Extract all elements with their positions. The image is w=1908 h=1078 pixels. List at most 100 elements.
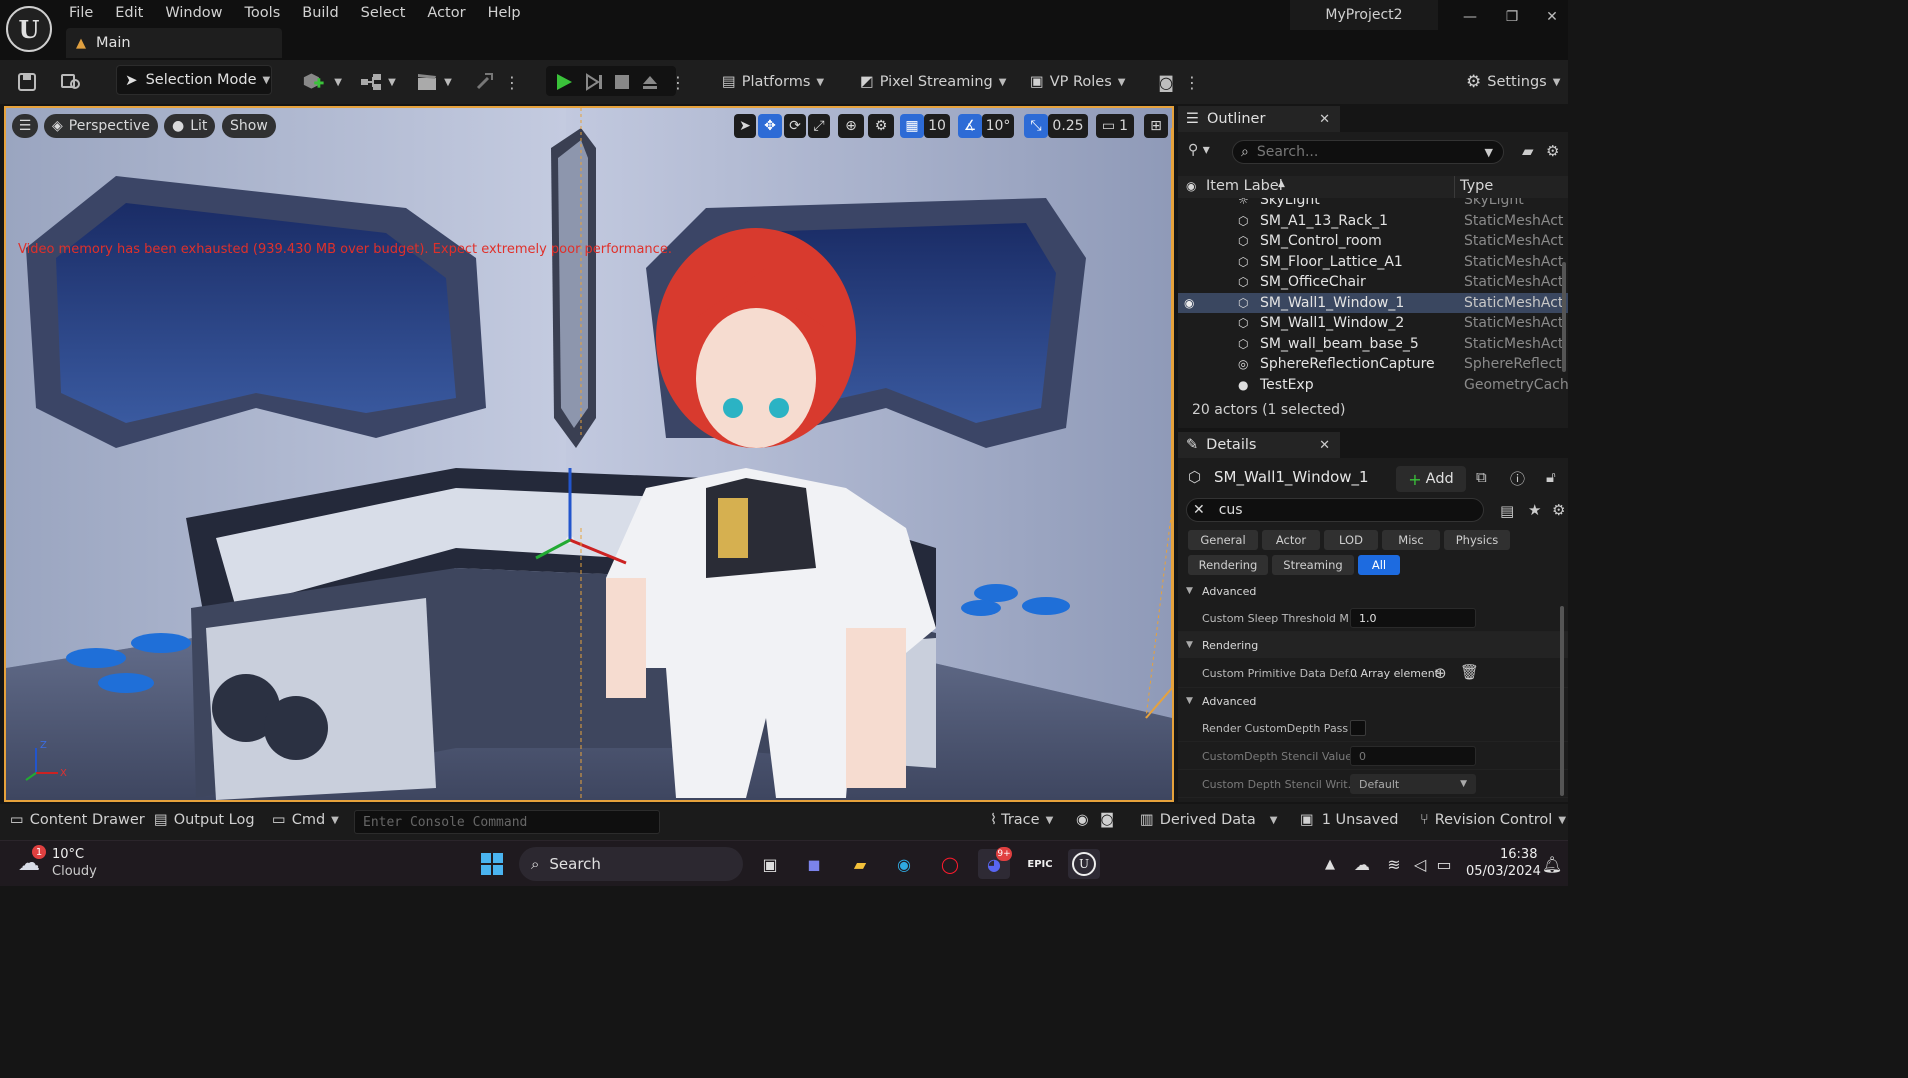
play-options-icon[interactable]: ⋮ (670, 70, 686, 94)
windows-start-icon[interactable] (476, 849, 508, 879)
stencil-value-field[interactable]: 0 (1350, 746, 1476, 766)
level-viewport[interactable]: Z X ☰ ◈ Perspective ● Lit Show ➤ ✥ ⟳ ⤢ ⊕… (4, 106, 1174, 802)
viewport-menu-button[interactable]: ☰ (12, 114, 38, 138)
outliner-search-input[interactable]: ⌕ Search... ▼ (1232, 140, 1504, 164)
column-divider[interactable] (1454, 176, 1455, 198)
screenshot-icon[interactable]: ◙ (1100, 812, 1114, 828)
outliner-scrollbar[interactable] (1562, 262, 1566, 372)
section-rendering[interactable]: ▼ Rendering (1178, 632, 1568, 658)
outliner-row[interactable]: ⬡ SM_Floor_Lattice_A1 StaticMeshAct (1178, 252, 1568, 273)
restore-button[interactable]: ❐ (1492, 5, 1532, 29)
menu-select[interactable]: Select (350, 5, 417, 21)
menu-edit[interactable]: Edit (104, 5, 154, 21)
outliner-row[interactable]: ⬡ SM_wall_beam_base_5 StaticMeshAct (1178, 334, 1568, 355)
epic-games-icon[interactable]: EPIC (1024, 849, 1056, 879)
derived-data-button[interactable]: ▥ Derived Data ▼ (1140, 812, 1277, 828)
maximize-viewport-icon[interactable]: ⊞ (1144, 114, 1168, 138)
platforms-button[interactable]: ▤ Platforms ▼ (722, 68, 824, 96)
add-component-button[interactable]: + Add (1396, 466, 1466, 492)
more-options-icon[interactable]: ⋮ (504, 70, 520, 94)
world-space-icon[interactable]: ⊕ (838, 114, 864, 138)
star-icon[interactable]: ★ (1528, 501, 1541, 519)
grid-snap-icon[interactable]: ▦ (900, 114, 924, 138)
onedrive-icon[interactable]: ☁ (1346, 849, 1378, 879)
rotation-snap-icon[interactable]: ∡ (958, 114, 982, 138)
section-advanced[interactable]: ▼ Advanced (1178, 578, 1568, 604)
menu-help[interactable]: Help (477, 5, 532, 21)
save-icon[interactable] (14, 70, 40, 94)
details-search-input[interactable]: ✕ cus (1186, 498, 1484, 522)
blueprint-icon[interactable]: ▼ (358, 70, 398, 94)
outliner-row[interactable]: ⬡ SM_Wall1_Window_2 StaticMeshAct (1178, 313, 1568, 334)
record-icon[interactable]: ◉ (1076, 812, 1089, 828)
trash-icon[interactable]: 🗑︎ (1460, 663, 1479, 681)
selection-mode-dropdown[interactable]: ➤ Selection Mode ▼ (116, 65, 272, 95)
camera-speed-button[interactable]: ▭ 1 (1096, 114, 1134, 138)
filter-actor[interactable]: Actor (1262, 530, 1320, 550)
translate-tool-icon[interactable]: ✥ (758, 114, 782, 138)
filter-rendering[interactable]: Rendering (1188, 555, 1268, 575)
lock-icon[interactable]: 🔓︎ (1546, 468, 1556, 486)
filter-physics[interactable]: Physics (1444, 530, 1510, 550)
vp-roles-button[interactable]: ▣ VP Roles ▼ (1030, 68, 1125, 96)
filter-icon[interactable]: ⚲ ▾ (1188, 142, 1210, 158)
outliner-row[interactable]: ● TestExp GeometryCach (1178, 375, 1568, 395)
lit-button[interactable]: ● Lit (164, 114, 216, 138)
notification-bell-icon[interactable]: 🔔︎ (1536, 849, 1568, 879)
menu-actor[interactable]: Actor (416, 5, 476, 21)
filter-lod[interactable]: LOD (1324, 530, 1378, 550)
edge-icon[interactable]: ◉ (888, 849, 920, 879)
clear-icon[interactable]: ✕ (1193, 502, 1205, 518)
stop-icon[interactable] (610, 70, 634, 94)
scale-tool-icon[interactable]: ⤢ (808, 114, 830, 138)
scale-snap-value[interactable]: 0.25 (1048, 114, 1088, 138)
filter-streaming[interactable]: Streaming (1272, 555, 1354, 575)
level-tab-main[interactable]: ▲ Main (66, 28, 282, 58)
battery-icon[interactable]: ▭ (1428, 849, 1460, 879)
advance-frame-icon[interactable] (582, 70, 606, 94)
add-actor-icon[interactable]: ▼ (302, 70, 342, 94)
unsaved-button[interactable]: ▣ 1 Unsaved (1300, 812, 1399, 828)
menu-build[interactable]: Build (291, 5, 349, 21)
type-header[interactable]: Type (1460, 178, 1493, 194)
output-log-button[interactable]: ▤ Output Log (154, 812, 255, 828)
surface-snap-icon[interactable]: ⚙ (868, 114, 894, 138)
task-view-icon[interactable]: ▣ (754, 849, 786, 879)
modes-icon[interactable] (472, 70, 496, 94)
minimize-button[interactable]: — (1450, 5, 1490, 29)
filter-general[interactable]: General (1188, 530, 1258, 550)
show-button[interactable]: Show (222, 114, 276, 138)
outliner-row[interactable]: ☼ SkyLight SkyLight (1178, 198, 1568, 211)
outliner-row[interactable]: ⬡ SM_Control_room StaticMeshAct (1178, 231, 1568, 252)
cmd-dropdown[interactable]: ▭ Cmd ▼ (272, 812, 339, 828)
discord-icon[interactable]: ◕ 9+ (978, 847, 1012, 879)
close-icon[interactable]: ✕ (1319, 438, 1330, 453)
close-icon[interactable]: ✕ (1319, 112, 1330, 127)
gear-icon[interactable]: ⚙ (1552, 501, 1565, 519)
revision-control-button[interactable]: ⑂ Revision Control ▼ (1420, 812, 1566, 828)
custom-sleep-threshold-field[interactable]: 1.0 (1350, 608, 1476, 628)
weather-widget[interactable]: ☁ 1 (18, 845, 48, 876)
details-scrollbar[interactable] (1560, 606, 1564, 796)
grid-snap-value[interactable]: 10 (924, 114, 950, 138)
actor-name[interactable]: SM_Wall1_Window_1 (1214, 468, 1369, 486)
cinematics-icon[interactable]: ▼ (414, 70, 454, 94)
settings-button[interactable]: ⚙ Settings ▼ (1466, 68, 1560, 96)
perspective-button[interactable]: ◈ Perspective (44, 114, 158, 138)
render-custom-depth-checkbox[interactable] (1350, 720, 1366, 736)
file-explorer-icon[interactable]: ▰ (844, 849, 876, 879)
taskbar-search[interactable]: ⌕ Search (519, 847, 743, 881)
tab-outliner[interactable]: ☰ Outliner ✕ (1178, 106, 1340, 132)
menu-window[interactable]: Window (154, 5, 233, 21)
filter-all[interactable]: All (1358, 555, 1400, 575)
scale-snap-icon[interactable]: ⤡ (1024, 114, 1048, 138)
menu-file[interactable]: File (58, 5, 104, 21)
blueprint-icon[interactable]: ⧉ (1476, 468, 1487, 486)
outliner-row[interactable]: ◎ SphereReflectionCapture SphereReflecti (1178, 354, 1568, 375)
rotate-tool-icon[interactable]: ⟳ (784, 114, 806, 138)
add-folder-icon[interactable]: ▰ (1522, 142, 1534, 160)
unreal-engine-taskbar-icon[interactable]: U (1068, 849, 1100, 879)
rotation-snap-value[interactable]: 10° (982, 114, 1014, 138)
trace-button[interactable]: ⌇ Trace ▼ (990, 812, 1053, 828)
close-window-button[interactable]: ✕ (1532, 5, 1572, 29)
